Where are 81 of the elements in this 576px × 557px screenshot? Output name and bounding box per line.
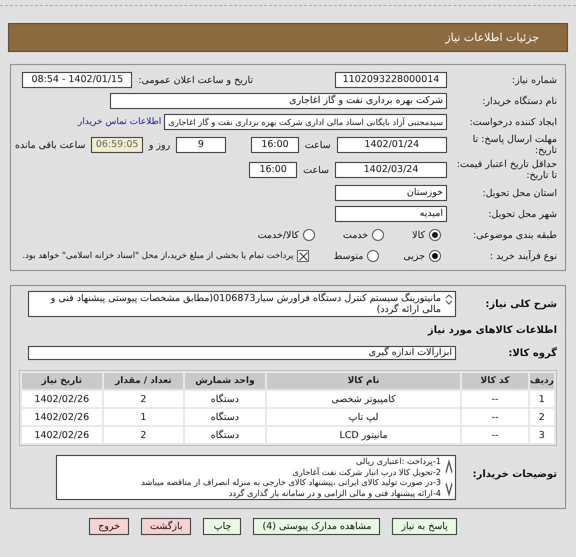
table-cell: دستگاه: [185, 391, 265, 407]
radio-button[interactable]: [302, 229, 315, 241]
note-line: 1-پرداخت :اعتباری ریالی: [355, 456, 441, 467]
days-field: 9: [176, 137, 226, 153]
column-header: تعداد / مقدار: [104, 373, 184, 389]
table-cell: 1402/02/26: [22, 391, 102, 407]
table-cell: 1: [530, 391, 554, 407]
field-label: تاریخ و ساعت اعلان عمومی:: [138, 74, 253, 86]
option-label: کالا/خدمت: [258, 230, 299, 240]
field-label: نام دستگاه خریدار:: [481, 96, 557, 106]
option-label: جزیی: [403, 250, 425, 262]
option-label: متوسط: [333, 250, 364, 262]
description-box: مانیتورینگ سیستم کنترل دستگاه فراورش سیار0106873(مطابق مشخصات پیوستی پیشنهاد فنی و مالی ارائه گردد): [28, 291, 456, 317]
field-label: شرح کلی نیاز:: [484, 298, 557, 310]
radio-button[interactable]: [367, 250, 380, 262]
field-label: گروه کالا:: [507, 348, 557, 358]
field-label: شهر محل تحویل:: [487, 208, 557, 220]
action-button[interactable]: چاپ: [203, 518, 242, 535]
note-line: 3-در صورت تولید کالای ایرانی ،پیشنهاد کالای خارجی به منزله انصراف از مناقصه میباشد: [140, 477, 441, 488]
page-title: جزئیات اطلاعات نیاز: [445, 31, 539, 44]
province-field: خوزستان: [335, 185, 447, 201]
note-line: 2-تحویل کالا درب انبار شرکت نفت آغاجاری: [291, 466, 441, 478]
time-label: ساعت: [303, 164, 329, 176]
column-header: نام کالا: [266, 373, 460, 389]
city-field: امیدیه: [335, 206, 447, 222]
radio-button[interactable]: [372, 229, 384, 241]
need-number-field: 1102093228000014: [335, 72, 447, 88]
column-header: واحد شمارش: [185, 373, 265, 389]
field-label: توضیحات خریدار:: [472, 469, 557, 480]
payment-note: پرداخت تمام یا بخشی از مبلغ خرید،از محل "اسناد خزانه اسلامی" خواهد بود.: [22, 251, 294, 261]
checkbox[interactable]: [297, 250, 310, 262]
field-label: نوع فرآیند خرید :: [488, 250, 557, 262]
table-cell: 2: [530, 409, 554, 425]
column-header: ردیف: [530, 373, 554, 389]
goods-group-field: ابزارآلات اندازه گیری: [28, 346, 456, 360]
announce-date-field: 1402/01/15 - 08:54: [22, 72, 132, 88]
table-cell: 3: [530, 427, 554, 443]
radio-button[interactable]: [429, 250, 441, 262]
action-button[interactable]: پاسخ به نیاز: [392, 518, 457, 535]
validity-date-field: 1402/03/24: [335, 162, 447, 178]
option-label: کالا: [412, 230, 425, 240]
table-cell: لپ تاپ: [266, 409, 460, 425]
action-button[interactable]: بازگشت: [141, 518, 192, 535]
field-label: ایجاد کننده درخواست:: [468, 116, 557, 128]
remaining-label: ساعت باقی مانده: [15, 140, 86, 150]
days-label: روز و: [148, 140, 170, 150]
table-cell: کامپیوتر شخصی: [266, 391, 460, 407]
requester-field: سیدمجتبی آزاد بایگانی اسناد مالی اداری شرکت بهره برداری نفت و گاز اغاجاری: [164, 114, 447, 130]
note-line: 4-ارائه پیشنهاد فنی و مالی الزامی و در سامانه بار گذاری گردد: [228, 488, 441, 499]
section-title: اطلاعات کالاهای مورد نیاز: [426, 324, 557, 338]
table-cell: 1402/02/26: [22, 427, 102, 443]
validity-time-field: 16:00: [249, 162, 298, 178]
field-label: طبقه بندی موضوعی:: [472, 230, 557, 240]
scroll-arrows-icon[interactable]: [445, 458, 453, 498]
action-button[interactable]: مشاهده مدارک پیوستی (4): [253, 518, 380, 535]
remaining-time-field: 06:59:05: [91, 137, 143, 153]
table-cell: 2: [104, 391, 184, 407]
column-header: کد کالا: [462, 373, 528, 389]
table-cell: --: [462, 409, 528, 425]
table-cell: 1: [104, 409, 184, 425]
deadline-time-field: 16:00: [251, 137, 299, 153]
field-label: حداقل تاریخ اعتبار قیمت: تا تاریخ:: [456, 159, 557, 181]
buyer-org-field: شرکت بهره برداری نفت و گاز اغاجاری: [110, 93, 447, 109]
table-cell: 2: [104, 427, 184, 443]
table-cell: دستگاه: [185, 409, 265, 425]
option-label: خدمت: [342, 230, 368, 240]
buyer-contact-link[interactable]: اطلاعات تماس خریدار: [78, 117, 162, 127]
action-button[interactable]: خروج: [89, 518, 130, 535]
field-label: استان محل تحویل:: [481, 188, 557, 198]
table-cell: --: [462, 391, 528, 407]
field-label: مهلت ارسال پاسخ: تا تاریخ:: [472, 134, 557, 156]
table-cell: 1402/02/26: [22, 409, 102, 425]
column-header: تاریخ نیاز: [22, 373, 102, 389]
time-label: ساعت: [304, 140, 331, 150]
scroll-arrows-icon[interactable]: [445, 294, 453, 305]
table-cell: دستگاه: [185, 427, 265, 443]
radio-button[interactable]: [429, 229, 441, 241]
table-cell: مانیتور LCD: [266, 427, 460, 443]
field-label: شماره نیاز:: [510, 74, 557, 86]
table-cell: --: [462, 427, 528, 443]
deadline-date-field: 1402/01/24: [336, 137, 447, 153]
